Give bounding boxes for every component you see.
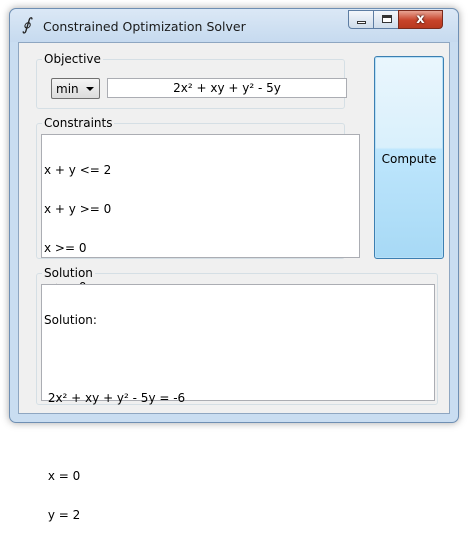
title-bar[interactable]: ∮ Constrained Optimization Solver x: [10, 9, 458, 42]
integral-icon: ∮: [22, 15, 31, 35]
solution-line: y = 2: [44, 508, 81, 522]
constraints-textarea[interactable]: x + y <= 2 x + y >= 0 x >= 0 y >= 0: [41, 134, 360, 294]
constraint-line: x >= 0: [44, 241, 87, 255]
solution-line: Solution:: [44, 313, 97, 327]
minimize-icon: [357, 21, 366, 24]
constraint-line: x + y <= 2: [44, 163, 112, 177]
minimize-button[interactable]: [348, 10, 374, 29]
solution-line: 2x² + xy + y² - 5y = -6: [44, 391, 186, 405]
solution-line: [44, 431, 432, 444]
constraints-group: Constraints x + y <= 2 x + y >= 0 x >= 0…: [36, 116, 360, 294]
maximize-button[interactable]: [373, 10, 399, 29]
solution-group-label: Solution: [42, 266, 95, 280]
maximize-icon: [382, 15, 392, 23]
solution-textarea[interactable]: Solution: 2x² + xy + y² - 5y = -6 x = 0 …: [41, 284, 435, 522]
client-area: Objective min 2x² + xy + y² - 5y Constra…: [18, 42, 450, 522]
objective-group-label: Objective: [42, 52, 103, 66]
close-icon: x: [416, 12, 425, 27]
solution-group: Solution Solution: 2x² + xy + y² - 5y = …: [36, 266, 438, 522]
close-button[interactable]: x: [398, 10, 443, 29]
compute-button[interactable]: Compute: [374, 56, 444, 259]
mode-select-value: min: [56, 82, 79, 96]
constraint-line: x + y >= 0: [44, 202, 112, 216]
objective-input[interactable]: 2x² + xy + y² - 5y: [107, 78, 347, 98]
window-title: Constrained Optimization Solver: [43, 19, 246, 34]
chevron-down-icon: [86, 87, 94, 91]
objective-group: Objective min 2x² + xy + y² - 5y: [36, 52, 347, 109]
constraints-group-label: Constraints: [42, 116, 115, 130]
mode-select[interactable]: min: [51, 78, 100, 99]
solution-line: x = 0: [44, 469, 81, 483]
compute-button-label: Compute: [381, 152, 437, 166]
solution-line: [44, 353, 432, 366]
app-window: ∮ Constrained Optimization Solver x Obje…: [9, 8, 459, 522]
